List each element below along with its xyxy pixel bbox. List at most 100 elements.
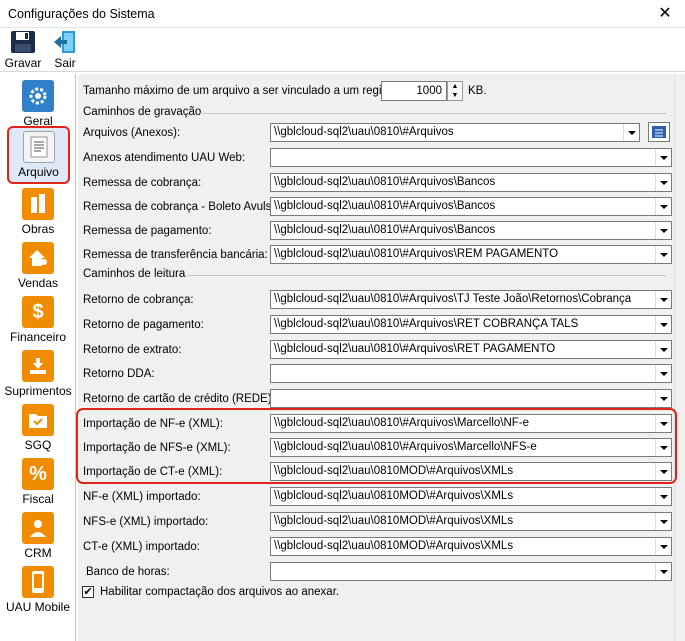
sidebar-item-arquivo[interactable]: Arquivo	[7, 126, 70, 184]
chevron-down-icon[interactable]	[655, 174, 671, 191]
path-combo-remessa-pagamento[interactable]: \\gblcloud-sql2\uau\0810\#Arquivos\Banco…	[270, 221, 672, 240]
row-label: Retorno de cartão de crédito (REDE):	[83, 393, 275, 405]
path-combo-banco-horas[interactable]	[270, 562, 672, 581]
combo-value: \\gblcloud-sql2\uau\0810MOD\#Arquivos\XM…	[274, 490, 514, 502]
combo-value: \\gblcloud-sql2\uau\0810\#Arquivos\Banco…	[274, 176, 496, 188]
path-combo-cte-importado[interactable]: \\gblcloud-sql2\uau\0810MOD\#Arquivos\XM…	[270, 537, 672, 556]
chevron-down-icon[interactable]	[655, 316, 671, 333]
chevron-down-icon[interactable]	[655, 563, 671, 580]
compress-checkbox[interactable]: ✔	[82, 586, 94, 598]
row-label: Anexos atendimento UAU Web:	[83, 152, 246, 164]
spin-up-icon[interactable]: ▲	[448, 82, 462, 91]
highlight-import-rows	[76, 408, 677, 484]
path-combo-remessa-cobranca[interactable]: \\gblcloud-sql2\uau\0810\#Arquivos\Banco…	[270, 173, 672, 192]
row-label: Remessa de cobrança:	[83, 177, 202, 189]
chevron-down-icon[interactable]	[655, 198, 671, 215]
exit-door-icon	[54, 31, 75, 53]
toolbar: Gravar Sair	[0, 28, 685, 72]
row-label: Retorno de cobrança:	[83, 294, 194, 306]
chevron-down-icon[interactable]	[655, 488, 671, 505]
path-combo-retorno-extrato[interactable]: \\gblcloud-sql2\uau\0810\#Arquivos\RET P…	[270, 340, 672, 359]
save-button[interactable]: Gravar	[4, 30, 42, 70]
path-combo-retorno-pagamento[interactable]: \\gblcloud-sql2\uau\0810\#Arquivos\RET C…	[270, 315, 672, 334]
dollar-icon: $	[22, 296, 54, 328]
row-label: Remessa de cobrança - Boleto Avulso:	[83, 201, 281, 213]
path-combo-transferencia[interactable]: \\gblcloud-sql2\uau\0810\#Arquivos\REM P…	[270, 245, 672, 264]
folder-check-icon	[22, 404, 54, 436]
sidebar-item-suprimentos[interactable]: Suprimentos	[0, 350, 76, 398]
combo-value: \\gblcloud-sql2\uau\0810\#Arquivos\Banco…	[274, 200, 496, 212]
sidebar: Geral Arquivo Obras Vendas $ Financeiro …	[0, 74, 76, 641]
max-size-label: Tamanho máximo de um arquivo a ser vincu…	[83, 85, 404, 97]
smartphone-icon	[22, 566, 54, 598]
chevron-down-icon[interactable]	[655, 390, 671, 407]
sidebar-item-fiscal[interactable]: % Fiscal	[0, 458, 76, 506]
sidebar-item-label: Vendas	[17, 276, 59, 290]
row-label: Retorno de extrato:	[83, 344, 182, 356]
combo-value: \\gblcloud-sql2\uau\0810\#Arquivos\Banco…	[274, 224, 496, 236]
path-combo-nfse-importado[interactable]: \\gblcloud-sql2\uau\0810MOD\#Arquivos\XM…	[270, 512, 672, 531]
spin-down-icon[interactable]: ▼	[448, 91, 462, 100]
group-divider	[200, 113, 666, 114]
path-combo-anexos-web[interactable]	[270, 148, 672, 167]
row-label: Retorno DDA:	[83, 368, 155, 380]
close-icon[interactable]: ✕	[645, 0, 685, 28]
compress-label: Habilitar compactação dos arquivos ao an…	[100, 586, 340, 598]
sidebar-item-vendas[interactable]: Vendas	[0, 242, 76, 290]
combo-value: \\gblcloud-sql2\uau\0810\#Arquivos\RET C…	[274, 318, 579, 330]
combo-value: \\gblcloud-sql2\uau\0810\#Arquivos	[274, 126, 454, 138]
chevron-down-icon[interactable]	[655, 222, 671, 239]
sidebar-item-label: Financeiro	[9, 330, 67, 344]
row-label: NF-e (XML) importado:	[83, 491, 201, 503]
sidebar-item-label: Fiscal	[22, 492, 54, 506]
title-bar: Configurações do Sistema ✕	[0, 0, 685, 28]
path-combo-retorno-dda[interactable]	[270, 364, 672, 383]
group-divider	[186, 275, 666, 276]
sidebar-item-obras[interactable]: Obras	[0, 188, 76, 236]
sidebar-item-crm[interactable]: CRM	[0, 512, 76, 560]
window-title: Configurações do Sistema	[8, 7, 155, 21]
chevron-down-icon[interactable]	[655, 341, 671, 358]
save-label: Gravar	[4, 56, 42, 70]
floppy-disk-icon	[11, 31, 35, 53]
exit-button[interactable]: Sair	[48, 30, 82, 70]
path-combo-cartao-rede[interactable]	[270, 389, 672, 408]
sidebar-item-label: Obras	[21, 222, 55, 236]
house-person-icon	[22, 242, 54, 274]
max-size-unit: KB.	[468, 85, 487, 97]
combo-value: \\gblcloud-sql2\uau\0810\#Arquivos\REM P…	[274, 248, 559, 260]
group-title-gravacao: Caminhos de gravação	[83, 106, 202, 118]
vertical-scrollbar[interactable]	[674, 74, 685, 641]
combo-value: \\gblcloud-sql2\uau\0810\#Arquivos\TJ Te…	[274, 293, 632, 305]
path-combo-nfe-importado[interactable]: \\gblcloud-sql2\uau\0810MOD\#Arquivos\XM…	[270, 487, 672, 506]
chevron-down-icon[interactable]	[655, 538, 671, 555]
sidebar-item-label: SGQ	[24, 438, 52, 452]
max-size-input[interactable]: 1000	[381, 81, 447, 101]
chevron-down-icon[interactable]	[623, 124, 639, 141]
gear-icon	[22, 80, 54, 112]
chevron-down-icon[interactable]	[655, 291, 671, 308]
sidebar-item-label: CRM	[24, 546, 52, 560]
sidebar-item-label: Arquivo	[18, 165, 59, 179]
path-combo-boleto-avulso[interactable]: \\gblcloud-sql2\uau\0810\#Arquivos\Banco…	[270, 197, 672, 216]
row-label: Remessa de transferência bancária:	[83, 249, 268, 261]
sidebar-item-financeiro[interactable]: $ Financeiro	[0, 296, 76, 344]
combo-value: \\gblcloud-sql2\uau\0810\#Arquivos\RET P…	[274, 343, 556, 355]
group-title-leitura: Caminhos de leitura	[83, 268, 186, 280]
path-combo-arquivos[interactable]: \\gblcloud-sql2\uau\0810\#Arquivos	[270, 123, 640, 142]
exit-label: Sair	[54, 56, 76, 70]
percent-icon: %	[22, 458, 54, 490]
sidebar-item-uau-mobile[interactable]: UAU Mobile	[0, 566, 76, 614]
chevron-down-icon[interactable]	[655, 365, 671, 382]
chevron-down-icon[interactable]	[655, 513, 671, 530]
browse-folder-button[interactable]	[648, 122, 670, 142]
chevron-down-icon[interactable]	[655, 149, 671, 166]
max-size-spinner[interactable]: ▲ ▼	[447, 81, 463, 101]
combo-value: \\gblcloud-sql2\uau\0810MOD\#Arquivos\XM…	[274, 515, 514, 527]
chevron-down-icon[interactable]	[655, 246, 671, 263]
combo-value: \\gblcloud-sql2\uau\0810MOD\#Arquivos\XM…	[274, 540, 514, 552]
path-combo-retorno-cobranca[interactable]: \\gblcloud-sql2\uau\0810\#Arquivos\TJ Te…	[270, 290, 672, 309]
download-tray-icon	[22, 350, 54, 382]
sidebar-item-geral[interactable]: Geral	[0, 80, 76, 128]
sidebar-item-sgq[interactable]: SGQ	[0, 404, 76, 452]
